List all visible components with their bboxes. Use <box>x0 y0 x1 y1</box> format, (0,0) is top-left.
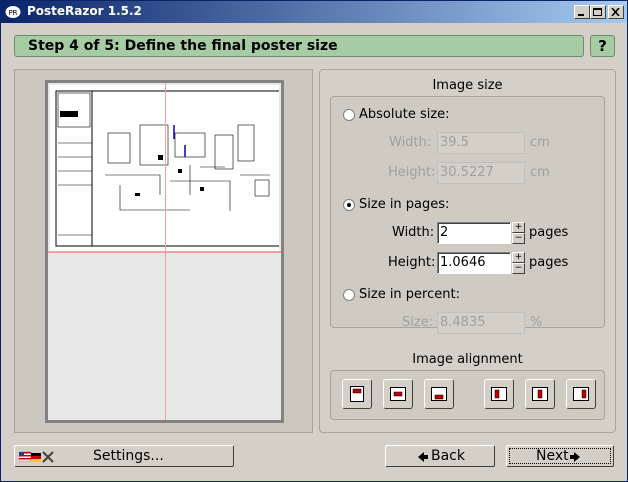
maximize-icon <box>593 8 602 16</box>
help-button[interactable]: ? <box>590 35 615 57</box>
image-alignment-group <box>330 370 605 420</box>
align-bottom-icon <box>431 387 447 401</box>
image-size-title: Image size <box>432 78 503 93</box>
pages-height-decrement-button[interactable]: − <box>512 263 525 274</box>
maximize-button[interactable] <box>590 5 606 19</box>
pages-height-unit: pages <box>529 255 569 270</box>
step-title: Step 4 of 5: Define the final poster siz… <box>28 38 338 54</box>
align-middle-button[interactable] <box>525 379 555 409</box>
pages-width-unit: pages <box>529 225 569 240</box>
align-center-button[interactable] <box>383 379 413 409</box>
align-left-icon <box>491 387 507 401</box>
size-in-percent-radio-circle[interactable] <box>343 289 355 301</box>
poster-preview <box>14 69 313 433</box>
back-button[interactable]: Back <box>385 445 495 467</box>
align-right-icon <box>573 387 589 401</box>
page-split-horizontal-line <box>48 251 281 253</box>
next-button[interactable]: Next <box>506 445 614 467</box>
pages-width-input[interactable]: 2 <box>437 222 511 244</box>
align-middle-icon <box>532 387 548 401</box>
align-top-icon <box>350 386 364 402</box>
percent-size-label: Size: <box>402 315 434 330</box>
svg-text:PR: PR <box>8 9 17 17</box>
absolute-width-unit: cm <box>530 135 550 150</box>
minimize-icon <box>578 14 584 16</box>
step-header: Step 4 of 5: Define the final poster siz… <box>14 35 584 57</box>
absolute-width-input[interactable]: 39.5 <box>437 132 525 154</box>
size-in-percent-label: Size in percent: <box>359 287 460 302</box>
settings-button[interactable]: Settings... <box>14 445 234 467</box>
pages-height-label: Height: <box>388 255 436 270</box>
absolute-height-unit: cm <box>530 165 550 180</box>
percent-size-input[interactable]: 8.4835 <box>437 312 525 334</box>
poster-paper <box>45 80 284 423</box>
absolute-height-label: Height: <box>388 165 436 180</box>
align-left-button[interactable] <box>484 379 514 409</box>
image-size-group: Absolute size: Width: 39.5 cm Height: 30… <box>330 96 605 334</box>
minimize-button[interactable] <box>574 5 590 19</box>
app-logo-icon: PR <box>5 5 21 19</box>
pages-height-spinner[interactable]: + − <box>512 252 525 274</box>
close-icon <box>611 8 620 16</box>
back-label: Back <box>431 448 465 464</box>
size-settings-panel: Image size Absolute size: Width: 39.5 cm… <box>319 69 616 433</box>
arrow-left-icon <box>418 452 428 462</box>
app-window: PR PosteRazor 1.5.2 Step 4 of 5: Define … <box>0 0 628 482</box>
size-in-pages-label: Size in pages: <box>359 197 450 212</box>
title-bar[interactable]: PR PosteRazor 1.5.2 <box>1 1 627 23</box>
align-right-button[interactable] <box>566 379 596 409</box>
settings-label: Settings... <box>93 448 164 464</box>
align-bottom-button[interactable] <box>424 379 454 409</box>
pages-height-input[interactable]: 1.0646 <box>437 252 511 274</box>
percent-size-unit: % <box>530 315 543 330</box>
pages-width-label: Width: <box>392 225 435 240</box>
next-label: Next <box>536 448 569 464</box>
language-flags-icon <box>18 450 55 468</box>
close-button[interactable] <box>608 5 624 19</box>
image-alignment-title: Image alignment <box>412 352 523 367</box>
size-in-pages-radio-circle[interactable] <box>343 199 355 211</box>
absolute-width-label: Width: <box>389 135 432 150</box>
absolute-size-radio-circle[interactable] <box>343 109 355 121</box>
arrow-right-icon <box>570 452 580 462</box>
pages-height-increment-button[interactable]: + <box>512 252 525 263</box>
pages-width-spinner[interactable]: + − <box>512 222 525 244</box>
pages-width-increment-button[interactable]: + <box>512 222 525 233</box>
align-center-icon <box>390 387 406 401</box>
absolute-height-input[interactable]: 30.5227 <box>437 162 525 184</box>
align-top-button[interactable] <box>342 379 372 409</box>
window-title: PosteRazor 1.5.2 <box>27 4 142 18</box>
pages-width-decrement-button[interactable]: − <box>512 233 525 244</box>
absolute-size-label: Absolute size: <box>359 107 450 122</box>
